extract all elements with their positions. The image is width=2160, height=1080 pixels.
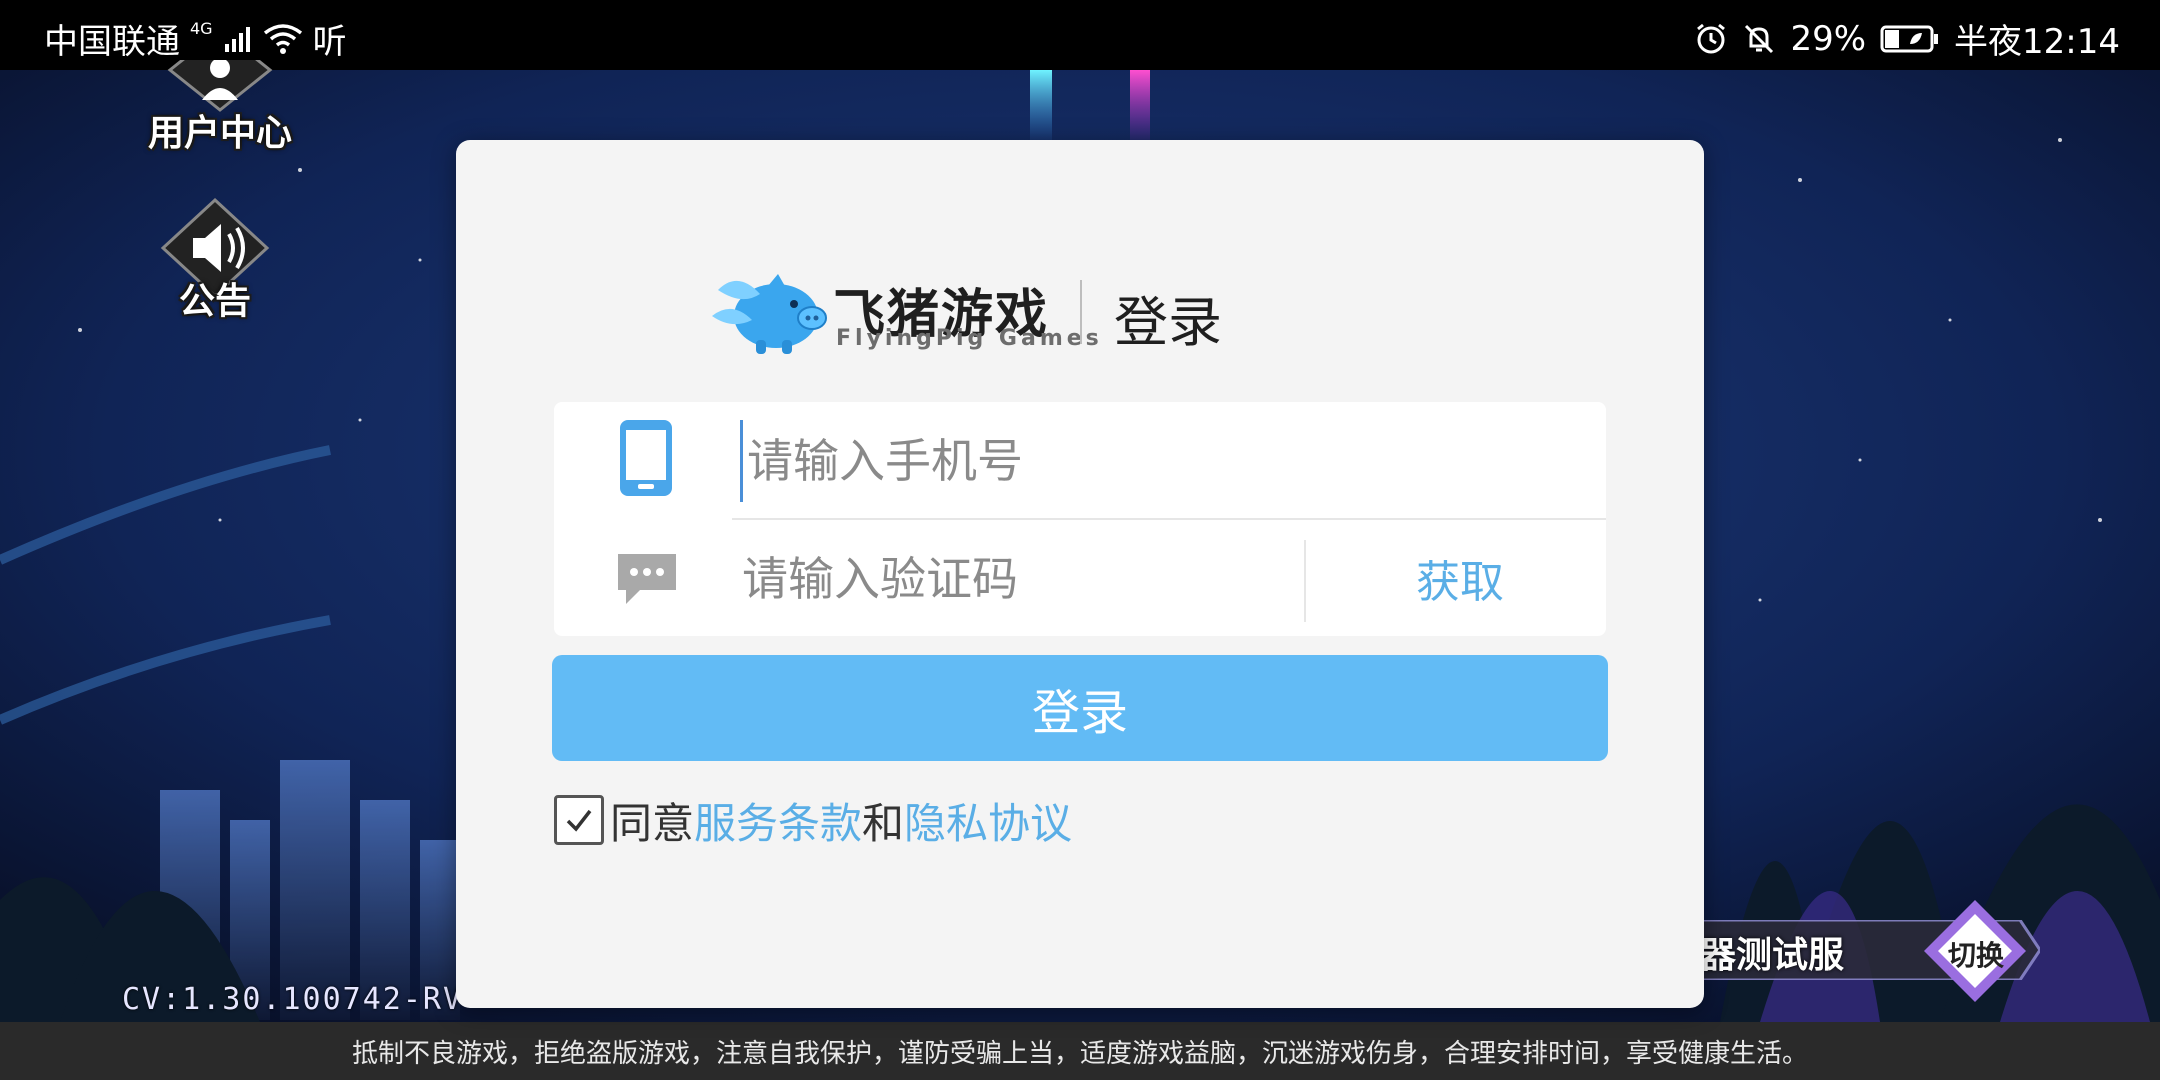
code-row: 获取 bbox=[554, 520, 1606, 636]
checkmark-icon bbox=[566, 809, 592, 832]
version-label: CV:1.30.100742-RV bbox=[122, 982, 464, 1017]
phone-icon bbox=[620, 420, 672, 496]
network-type-label: 4G bbox=[190, 19, 213, 38]
message-icon bbox=[618, 554, 676, 604]
dialog-title: 登录 bbox=[1114, 291, 1222, 354]
user-center-button[interactable]: 用户中心 bbox=[130, 60, 310, 160]
verification-code-input[interactable] bbox=[740, 538, 1284, 620]
mute-bell-icon bbox=[1745, 24, 1774, 53]
status-bar: 中国联通 4G 听 29% 半夜12:14 bbox=[0, 0, 2160, 70]
server-name-label: 器测试服 bbox=[1700, 935, 1845, 976]
switch-server-label[interactable]: 切换 bbox=[1936, 934, 2016, 974]
carrier-label: 中国联通 bbox=[44, 22, 180, 62]
get-code-button[interactable]: 获取 bbox=[1314, 520, 1606, 636]
login-form: 获取 bbox=[554, 402, 1606, 636]
alarm-icon bbox=[1697, 23, 1726, 53]
announcement-label: 公告 bbox=[178, 281, 251, 322]
battery-icon bbox=[1880, 25, 1939, 52]
agreement-row: 同意 服务条款 和 隐私协议 bbox=[554, 790, 1072, 850]
agree-checkbox[interactable] bbox=[554, 795, 604, 845]
phone-row bbox=[554, 402, 1606, 518]
login-dialog: 飞猪游戏 FlyingPig Games 登录 获取 登录 bbox=[456, 140, 1704, 1008]
health-notice-text: 抵制不良游戏，拒绝盗版游戏，注意自我保护，谨防受骗上当，适度游戏益脑，沉迷游戏伤… bbox=[351, 1038, 1808, 1069]
status-extra-label: 听 bbox=[312, 22, 347, 62]
phone-input[interactable] bbox=[740, 420, 1569, 502]
agree-and: 和 bbox=[862, 798, 905, 848]
privacy-link[interactable]: 隐私协议 bbox=[904, 790, 1072, 851]
health-notice-bar: 抵制不良游戏，拒绝盗版游戏，注意自我保护，谨防受骗上当，适度游戏益脑，沉迷游戏伤… bbox=[0, 1022, 2160, 1080]
battery-percent: 29% bbox=[1790, 18, 1867, 59]
clock: 半夜12:14 bbox=[1954, 22, 2120, 62]
brand-name-en: FlyingPig Games bbox=[836, 326, 1103, 351]
wifi-icon bbox=[263, 23, 302, 54]
flying-pig-logo-icon bbox=[712, 274, 827, 354]
brand-divider bbox=[1080, 280, 1082, 344]
login-button[interactable]: 登录 bbox=[552, 655, 1608, 761]
agree-prefix: 同意 bbox=[610, 798, 695, 848]
user-center-label: 用户中心 bbox=[147, 113, 292, 154]
signal-icon bbox=[224, 26, 250, 52]
announcement-button[interactable]: 公告 bbox=[150, 196, 280, 326]
terms-link[interactable]: 服务条款 bbox=[694, 790, 862, 851]
code-separator bbox=[1304, 540, 1306, 622]
